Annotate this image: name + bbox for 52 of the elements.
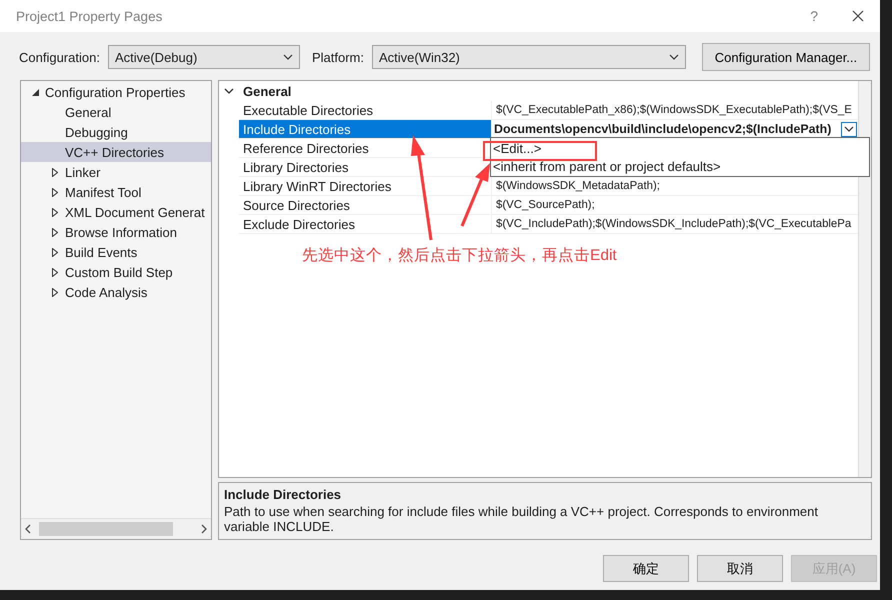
tree-item[interactable]: VC++ Directories [21,142,211,162]
platform-dropdown[interactable]: Active(Win32) [372,45,686,69]
annotation-arrow [460,163,490,227]
property-name[interactable]: Exclude Directories [239,215,492,234]
annotation-note: 先选中这个，然后点击下拉箭头，再点击Edit [302,246,617,266]
chevron-down-icon[interactable] [282,54,293,60]
vertical-scrollbar[interactable] [858,81,871,477]
collapsed-triangle-icon[interactable] [52,288,58,296]
horizontal-scrollbar[interactable] [21,518,211,539]
configuration-label: Configuration: [19,50,100,64]
property-value: $(VC_ExecutablePath_x86);$(WindowsSDK_ExecutablePath);$(VS_E [496,104,852,116]
tree-item[interactable]: Manifest Tool [21,182,211,202]
collapsed-triangle-icon[interactable] [52,168,58,176]
property-value: Documents\opencv\build\include\opencv2;$(IncludePath) [494,122,832,136]
help-button[interactable]: ? [810,8,818,24]
expanded-triangle-icon[interactable] [32,88,38,96]
chevron-down-icon[interactable] [668,54,679,60]
close-icon[interactable] [852,10,864,22]
collapsed-triangle-icon[interactable] [52,188,58,196]
menu-item[interactable]: <Edit...> [493,139,869,157]
dialog-button[interactable]: 确定 [603,555,689,582]
property-name[interactable]: Include Directories [239,120,492,139]
platform-label: Platform: [312,50,364,64]
property-value: $(VC_IncludePath);$(WindowsSDK_IncludePath);$(VC_ExecutablePa [496,218,852,230]
configuration-manager-button[interactable]: Configuration Manager... [702,43,870,71]
tree-item[interactable]: General [21,102,211,122]
scrollbar-thumb[interactable] [39,522,173,536]
tree-item[interactable]: Configuration Properties [21,82,211,102]
tree-item[interactable]: Custom Build Step [21,262,211,282]
collapsed-triangle-icon[interactable] [52,248,58,256]
description-text: Path to use when searching for include files while building a VC++ project. Corresponds to environment variable INCLUDE. [224,504,820,534]
chevron-down-icon[interactable] [224,88,234,95]
configuration-dropdown[interactable]: Active(Debug) [108,45,300,69]
dialog-button[interactable]: 取消 [697,555,783,582]
dropdown-button[interactable] [841,122,857,136]
tree-item[interactable]: Browse Information [21,222,211,242]
tree-item[interactable]: XML Document Generat [21,202,211,222]
collapsed-triangle-icon[interactable] [52,208,58,216]
property-value: $(WindowsSDK_MetadataPath); [496,180,660,192]
tree-item[interactable]: Build Events [21,242,211,262]
tree-item[interactable]: Linker [21,162,211,182]
property-name[interactable]: Source Directories [239,196,492,215]
collapsed-triangle-icon[interactable] [52,268,58,276]
menu-item[interactable]: <inherit from parent or project defaults> [493,157,869,175]
property-value: $(VC_SourcePath); [496,199,595,211]
chevron-down-icon[interactable] [844,126,854,132]
window-title: Project1 Property Pages [16,8,164,24]
description-title: Include Directories [224,487,342,502]
category-header[interactable]: General [219,82,858,101]
collapsed-triangle-icon[interactable] [52,228,58,236]
tree-item[interactable]: Code Analysis [21,282,211,302]
tree-item[interactable]: Debugging [21,122,211,142]
